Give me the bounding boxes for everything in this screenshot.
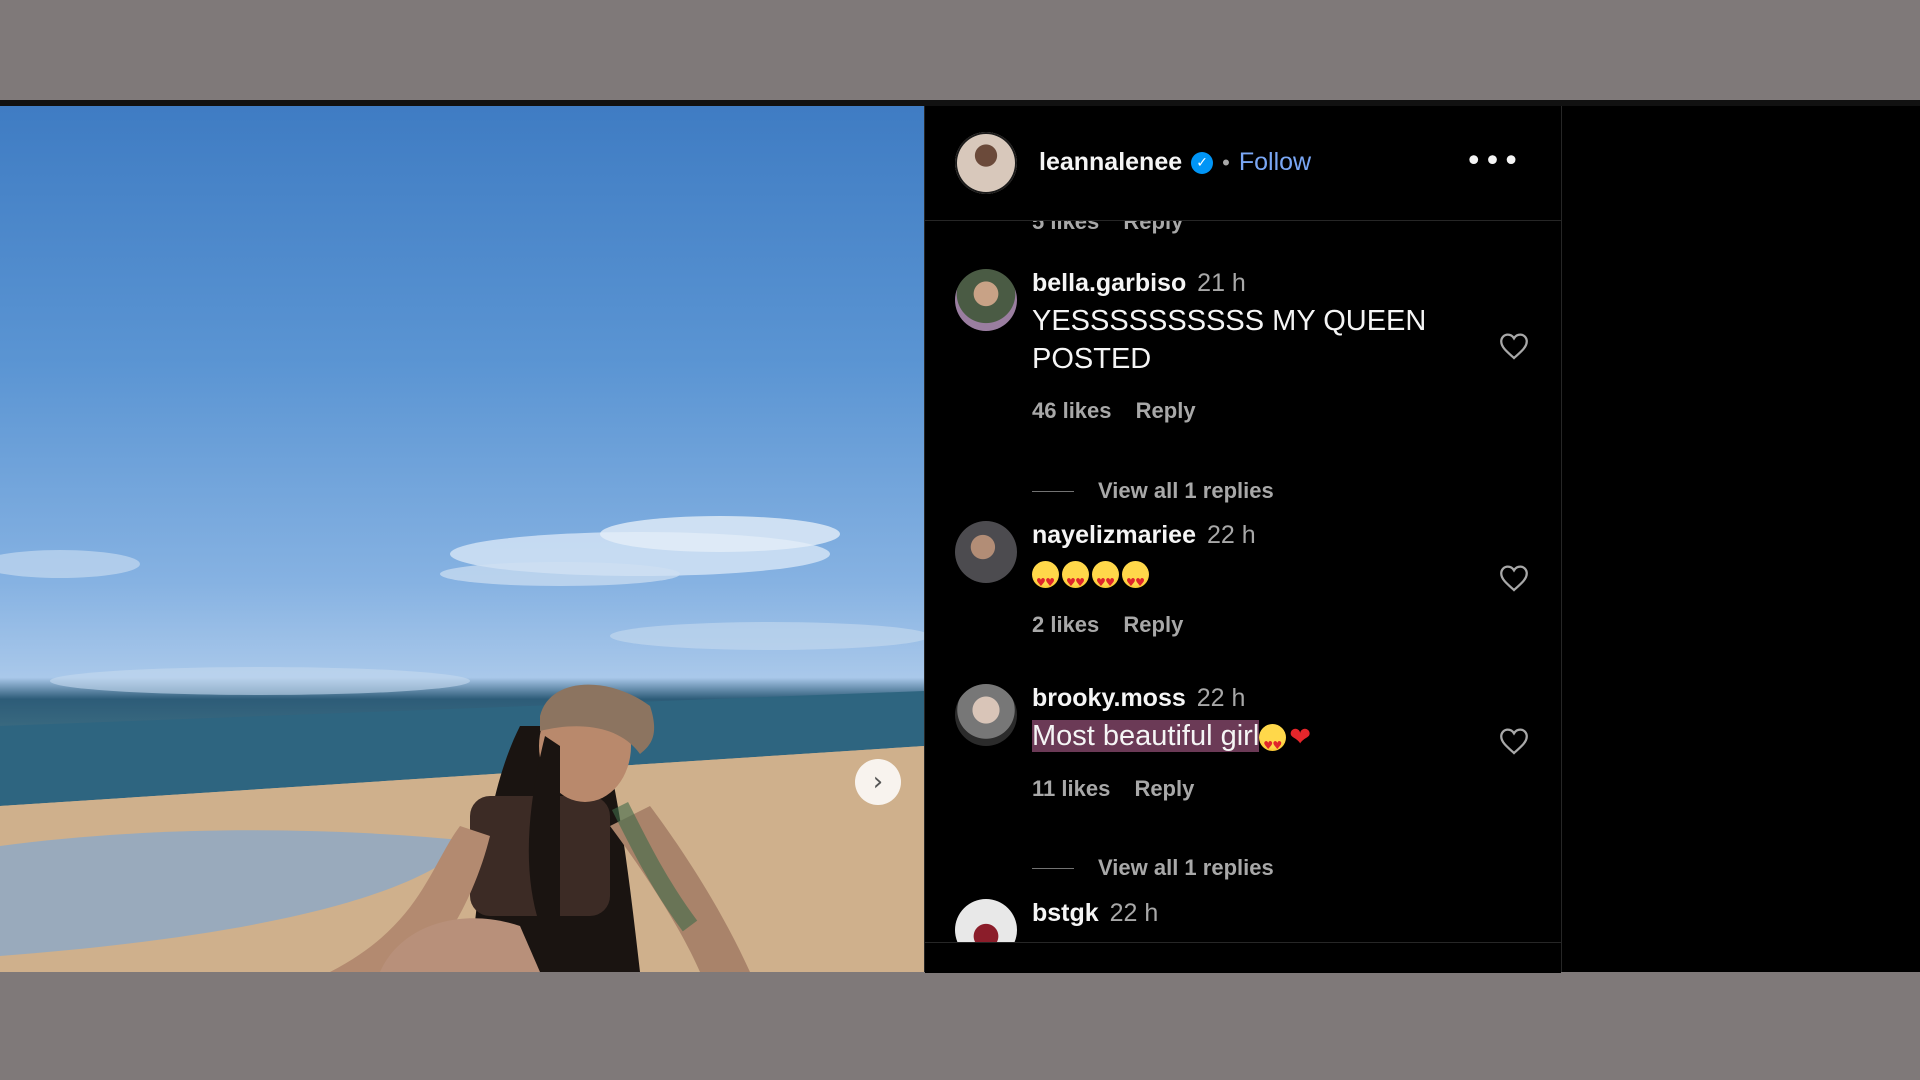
view-replies-button[interactable]: View all 1 replies [1032, 855, 1274, 881]
comment-body: bstgk 22 h [1032, 899, 1452, 928]
replies-divider-line [1032, 867, 1074, 869]
comment-time[interactable]: 22 h [1207, 521, 1256, 549]
heart-eyes-emoji [1092, 560, 1119, 602]
author-avatar[interactable] [955, 132, 1017, 194]
commenter-username[interactable]: nayelizmariee [1032, 521, 1196, 549]
next-photo-button[interactable]: › [855, 759, 901, 805]
verified-badge-icon: ✓ [1191, 151, 1214, 174]
comments-list[interactable]: 5 likes Reply bella.garbiso 21 h YESSSSS… [925, 221, 1561, 942]
comment-body: brooky.moss 22 h Most beautiful girl ❤ 11… [1032, 684, 1492, 802]
commenter-avatar[interactable] [955, 684, 1017, 746]
heart-eyes-emoji [1062, 560, 1089, 602]
more-options-icon[interactable]: ••• [1465, 144, 1521, 179]
post-photo[interactable]: › [0, 106, 924, 972]
likes-count[interactable]: 2 likes [1032, 612, 1099, 637]
reply-button[interactable]: Reply [1123, 221, 1183, 234]
post-header: leannalenee ✓ • Follow ••• [925, 106, 1561, 221]
comment-time[interactable]: 21 h [1197, 269, 1246, 297]
author-info: leannalenee ✓ • Follow [1039, 148, 1311, 177]
comment-time[interactable]: 22 h [1197, 684, 1246, 712]
red-heart-emoji: ❤ [1289, 722, 1312, 753]
reply-button[interactable]: Reply [1134, 776, 1194, 801]
likes-count[interactable]: 11 likes [1032, 776, 1110, 801]
comment-time[interactable]: 22 h [1110, 899, 1159, 927]
replies-divider-line [1032, 490, 1074, 492]
chevron-right-icon: › [872, 767, 884, 797]
commenter-avatar[interactable] [955, 899, 1017, 942]
commenter-avatar[interactable] [955, 269, 1017, 331]
view-replies-label: View all 1 replies [1098, 855, 1274, 880]
comment-text: YESSSSSSSSSS MY QUEEN POSTED [1032, 305, 1427, 375]
separator-dot: • [1222, 149, 1230, 175]
commenter-username[interactable]: bstgk [1032, 899, 1099, 927]
comment-text: Most beautiful girl ❤ [1032, 717, 1492, 765]
partial-comment-meta: 5 likes Reply [1032, 221, 1201, 235]
likes-count[interactable]: 5 likes [1032, 221, 1099, 234]
commenter-avatar[interactable] [955, 521, 1017, 583]
heart-eyes-emoji [1032, 560, 1059, 602]
view-replies-button[interactable]: View all 1 replies [1032, 478, 1274, 504]
beach-photo-illustration [0, 516, 924, 972]
commenter-username[interactable]: bella.garbiso [1032, 269, 1186, 297]
like-heart-icon[interactable] [1497, 561, 1531, 595]
commenter-username[interactable]: brooky.moss [1032, 684, 1186, 712]
highlighted-text: Most beautiful girl [1032, 720, 1260, 752]
like-heart-icon[interactable] [1497, 329, 1531, 363]
comment-meta: 2 likes Reply [1032, 612, 1452, 638]
author-username[interactable]: leannalenee [1039, 148, 1182, 177]
follow-button[interactable]: Follow [1239, 148, 1311, 177]
comment-body: bella.garbiso 21 h YESSSSSSSSSS MY QUEEN… [1032, 269, 1452, 424]
heart-eyes-emoji [1122, 560, 1149, 602]
like-heart-icon[interactable] [1497, 724, 1531, 758]
comment-meta: 11 likes Reply [1032, 776, 1492, 802]
post-modal: › leannalenee ✓ • Follow ••• 5 likes Rep… [0, 100, 1920, 973]
comments-panel: leannalenee ✓ • Follow ••• 5 likes Reply… [924, 106, 1562, 973]
reply-button[interactable]: Reply [1136, 398, 1196, 423]
comment-text [1032, 554, 1452, 602]
panel-footer [925, 942, 1561, 973]
comment-body: nayelizmariee 22 h 2 likes Reply [1032, 521, 1452, 638]
heart-eyes-emoji [1259, 723, 1287, 765]
likes-count[interactable]: 46 likes [1032, 398, 1112, 423]
view-replies-label: View all 1 replies [1098, 478, 1274, 503]
reply-button[interactable]: Reply [1123, 612, 1183, 637]
comment-meta: 46 likes Reply [1032, 398, 1452, 424]
